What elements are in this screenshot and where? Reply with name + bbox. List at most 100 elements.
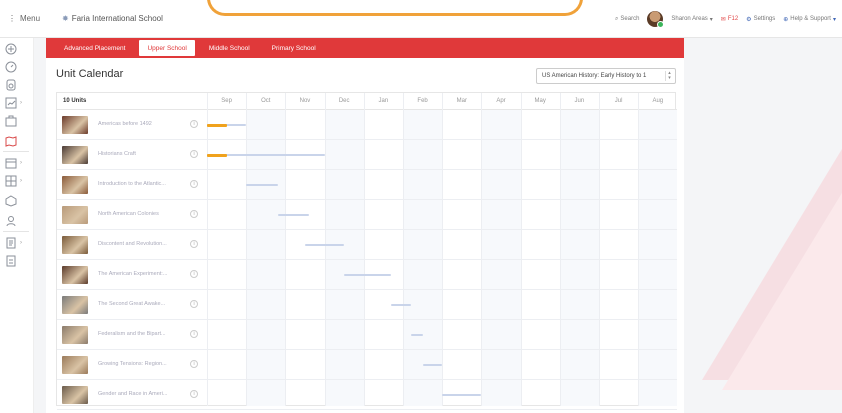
tab-advanced-placement[interactable]: Advanced Placement	[56, 40, 133, 56]
help-button[interactable]: ⊕ Help & Support ▾	[783, 16, 836, 23]
info-icon[interactable]: i	[190, 390, 198, 398]
messages-button[interactable]: ✉ F12	[721, 16, 738, 23]
unit-name[interactable]: North American Colonies	[98, 211, 184, 217]
division-tabs: Advanced Placement Upper School Middle S…	[46, 38, 684, 58]
unit-name[interactable]: The Second Great Awake...	[98, 301, 184, 307]
add-icon[interactable]	[4, 42, 18, 56]
month-label: Nov	[299, 98, 311, 104]
unit-duration-bar[interactable]	[305, 244, 345, 246]
unit-thumbnail	[62, 206, 88, 224]
month-label: Oct	[261, 98, 271, 104]
info-icon[interactable]: i	[190, 270, 198, 278]
month-label: Apr	[496, 98, 506, 104]
tab-upper-school[interactable]: Upper School	[139, 40, 195, 56]
main-panel: Advanced Placement Upper School Middle S…	[46, 38, 684, 413]
unit-name[interactable]: The American Experiment:...	[98, 271, 184, 277]
month-label: May	[534, 98, 546, 104]
unit-thumbnail	[62, 296, 88, 314]
school-switcher[interactable]: ✸ Faria International School	[62, 14, 163, 23]
info-icon[interactable]: i	[190, 120, 198, 128]
background-decoration	[662, 40, 842, 413]
unit-thumbnail	[62, 356, 88, 374]
unit-row[interactable]: Historians Craft i	[57, 140, 677, 170]
user-menu[interactable]: Sharon Areas ▾	[671, 16, 712, 23]
top-right-controls: ⌕ Search Sharon Areas ▾ ✉ F12 ⚙ Settings…	[615, 0, 836, 38]
unit-row[interactable]: Federalism and the Bipart... i	[57, 320, 677, 350]
info-icon[interactable]: i	[190, 240, 198, 248]
unit-thumbnail	[62, 326, 88, 344]
dashboard-icon[interactable]	[4, 60, 18, 74]
map-icon[interactable]	[4, 134, 18, 148]
unit-name[interactable]: Discontent and Revolution...	[98, 241, 184, 247]
document-icon[interactable]	[4, 254, 18, 268]
mail-icon: ✉	[720, 16, 726, 23]
unit-row[interactable]: Introduction to the Atlantic... i	[57, 170, 677, 200]
unit-row[interactable]: Growing Tensions: Region... i	[57, 350, 677, 380]
unit-thumbnail	[62, 236, 88, 254]
unit-row[interactable]: Americas before 1492 i	[57, 110, 677, 140]
top-bar: ⋮ Menu ✸ Faria International School ⌕ Se…	[0, 0, 842, 38]
report-icon[interactable]	[4, 236, 18, 250]
unit-thumbnail	[62, 176, 88, 194]
clock-icon[interactable]	[4, 78, 18, 92]
unit-name[interactable]: Americas before 1492	[98, 121, 184, 127]
units-count: 10 Units	[63, 98, 87, 104]
unit-duration-bar[interactable]	[344, 274, 392, 276]
chevron-right-icon: ›	[20, 160, 22, 166]
page-title: Unit Calendar	[56, 68, 124, 80]
unit-duration-bar[interactable]	[442, 394, 482, 396]
chevron-down-icon: ▾	[832, 16, 836, 23]
info-icon[interactable]: i	[190, 300, 198, 308]
unit-row[interactable]: North American Colonies i	[57, 200, 677, 230]
chevron-down-icon: ▾	[709, 16, 713, 23]
settings-button[interactable]: ⚙ Settings	[746, 16, 775, 23]
info-icon[interactable]: i	[190, 360, 198, 368]
help-icon: ⊕	[783, 16, 789, 23]
course-select[interactable]: US American History: Early History to 1 …	[536, 68, 676, 84]
unit-name[interactable]: Growing Tensions: Region...	[98, 361, 184, 367]
search-button[interactable]: ⌕ Search	[615, 16, 639, 23]
briefcase-icon[interactable]	[4, 114, 18, 128]
month-label: Sep	[221, 98, 232, 104]
month-label: Jun	[574, 98, 585, 104]
unit-duration-bar[interactable]	[422, 364, 443, 366]
unit-duration-bar[interactable]	[246, 184, 278, 186]
analytics-icon[interactable]	[4, 96, 18, 110]
unit-progress-bar	[207, 124, 227, 127]
month-label: Jul	[614, 98, 623, 104]
menu-button[interactable]: ⋮ Menu	[0, 14, 62, 23]
chevron-right-icon: ›	[20, 240, 22, 246]
info-icon[interactable]: i	[190, 210, 198, 218]
unit-duration-bar[interactable]	[410, 334, 423, 336]
unit-calendar: 10 Units Sep Oct Nov Dec Jan Feb Mar Apr May Jun J…	[56, 92, 678, 410]
sidebar: › › › ›	[0, 38, 34, 413]
unit-row[interactable]: The American Experiment:... i	[57, 260, 677, 290]
info-icon[interactable]: i	[190, 330, 198, 338]
unit-row[interactable]: The Second Great Awake... i	[57, 290, 677, 320]
avatar[interactable]	[647, 11, 665, 28]
unit-thumbnail	[62, 386, 88, 404]
calendar-icon[interactable]	[4, 156, 18, 170]
unit-thumbnail	[62, 146, 88, 164]
people-icon[interactable]	[4, 214, 18, 228]
unit-name[interactable]: Introduction to the Atlantic...	[98, 181, 184, 187]
calendar-header: 10 Units Sep Oct Nov Dec Jan Feb Mar Apr May Jun J…	[57, 93, 677, 110]
unit-row[interactable]: Gender and Race in Ameri... i	[57, 380, 677, 410]
info-icon[interactable]: i	[190, 180, 198, 188]
unit-thumbnail	[62, 116, 88, 134]
unit-name[interactable]: Federalism and the Bipart...	[98, 331, 184, 337]
unit-row[interactable]: Discontent and Revolution... i	[57, 230, 677, 260]
unit-name[interactable]: Gender and Race in Ameri...	[98, 391, 184, 397]
info-icon[interactable]: i	[190, 150, 198, 158]
unit-thumbnail	[62, 266, 88, 284]
tab-primary-school[interactable]: Primary School	[264, 40, 324, 56]
search-icon: ⌕	[615, 15, 619, 22]
chevron-right-icon: ›	[20, 178, 22, 184]
grid-icon[interactable]	[4, 174, 18, 188]
unit-name[interactable]: Historians Craft	[98, 151, 184, 157]
unit-duration-bar[interactable]	[391, 304, 411, 306]
month-label: Aug	[652, 98, 664, 104]
tab-middle-school[interactable]: Middle School	[201, 40, 258, 56]
unit-duration-bar[interactable]	[277, 214, 309, 216]
cube-icon[interactable]	[4, 194, 18, 208]
